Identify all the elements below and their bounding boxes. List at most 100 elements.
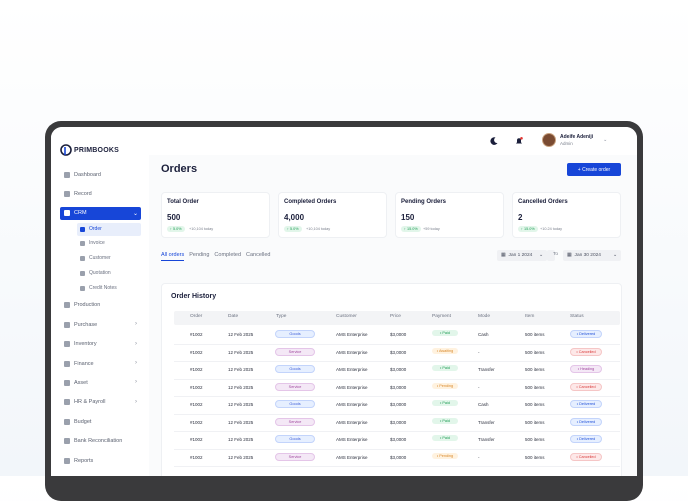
column-header-type: Type bbox=[276, 314, 287, 319]
order-price: $3,0000 bbox=[390, 349, 407, 355]
order-date: 12 Feb 2025 bbox=[228, 384, 254, 390]
payment-badge: • Awaiting bbox=[432, 347, 458, 354]
sidebar-subitem-quotation[interactable]: Quotation bbox=[51, 266, 149, 281]
customer-name: AMS Enterprise bbox=[336, 437, 368, 442]
factory-icon bbox=[64, 302, 70, 309]
sidebar-subitem-customer[interactable]: Customer bbox=[51, 251, 149, 266]
sidebar-item-label: HR & Payroll bbox=[74, 399, 106, 406]
date-to-picker[interactable]: ▦ Jan 30 2024 ⌄ bbox=[563, 250, 621, 261]
date-from-picker[interactable]: ▦ Jan 1 2024 ⌄ bbox=[497, 250, 547, 261]
type-badge: Goods bbox=[275, 400, 315, 408]
sidebar-item-reports[interactable]: Reports bbox=[51, 451, 149, 470]
crm-icon bbox=[64, 210, 70, 217]
status-badge: • Delivered bbox=[570, 417, 602, 426]
date-to-value: Jan 30 2024 bbox=[574, 253, 601, 258]
column-header-item: Item bbox=[525, 314, 535, 319]
table-row[interactable]: #1002 12 Feb 2025 Goods AMS Enterprise $3,00… bbox=[174, 326, 620, 345]
chevron-down-icon: ⌄ bbox=[132, 210, 138, 217]
sidebar-item-budget[interactable]: Budget bbox=[51, 412, 149, 431]
sidebar-item-label: Purchase bbox=[74, 321, 98, 328]
tab-pending[interactable]: Pending bbox=[189, 252, 209, 261]
user-role: Admin bbox=[560, 140, 573, 146]
asset-icon bbox=[64, 380, 70, 387]
status-badge: • Delivered bbox=[570, 400, 602, 408]
stat-card-value: 150 bbox=[401, 213, 415, 222]
payment-badge: • Paid bbox=[432, 365, 458, 371]
type-badge: Goods bbox=[275, 435, 315, 443]
table-row[interactable]: #1002 12 Feb 2025 Service AMS Enterprise $3,… bbox=[174, 449, 620, 467]
status-badge: • Cancelled bbox=[570, 347, 602, 356]
sidebar-item-label: Reports bbox=[74, 457, 94, 464]
sidebar-item-hr-payroll[interactable]: HR & Payroll › bbox=[51, 393, 149, 412]
sidebar-subitem-credit-notes[interactable]: Credit Notes bbox=[51, 281, 149, 296]
sidebar-item-record[interactable]: Record bbox=[51, 184, 149, 203]
stat-card-value: 2 bbox=[518, 213, 523, 222]
status-badge: • Cancelled bbox=[570, 452, 602, 461]
customer-name: AMS Enterprise bbox=[336, 419, 368, 425]
table-row[interactable]: #1002 12 Feb 2025 Service AMS Enterprise $3,… bbox=[174, 414, 620, 432]
sidebar-item-finance[interactable]: Finance › bbox=[51, 354, 149, 373]
customer-name: AMS Enterprise bbox=[336, 384, 368, 390]
page-title: Orders bbox=[161, 163, 198, 175]
chevron-down-icon: ⌄ bbox=[538, 253, 543, 258]
report-icon bbox=[64, 457, 70, 464]
brand-mark-icon bbox=[60, 144, 72, 156]
dark-mode-icon[interactable] bbox=[489, 136, 499, 146]
sidebar-item-dashboard[interactable]: Dashboard bbox=[51, 165, 149, 184]
order-date: 12 Feb 2025 bbox=[228, 419, 254, 425]
payment-mode: Transfer bbox=[478, 419, 495, 425]
wallet-icon bbox=[64, 360, 70, 367]
stat-card: Pending Orders 150 ↑ 15.0% +59 today bbox=[395, 192, 504, 238]
trend-badge: ↑ 15.0% bbox=[401, 226, 421, 232]
payment-badge: • Pending bbox=[432, 382, 458, 389]
sidebar-subitem-invoice[interactable]: Invoice bbox=[51, 236, 149, 251]
sidebar-item-asset[interactable]: Asset › bbox=[51, 373, 149, 392]
sidebar-item-label: Asset bbox=[74, 380, 88, 387]
user-menu[interactable]: Adeife Adeniji Admin ⌄ bbox=[542, 133, 607, 147]
box-icon bbox=[64, 341, 70, 348]
stat-card: Total Order 500 ↑ 5.0% +10,104 today bbox=[161, 192, 270, 238]
sidebar-item-label: Production bbox=[74, 302, 101, 309]
item-count: 500 items bbox=[525, 367, 545, 372]
tab-completed[interactable]: Completed bbox=[214, 252, 241, 261]
sidebar-item-production[interactable]: Production bbox=[51, 296, 149, 315]
customer-name: AMS Enterprise bbox=[336, 402, 368, 407]
table-row[interactable]: #1002 12 Feb 2025 Goods AMS Enterprise $3,00… bbox=[174, 361, 620, 380]
sidebar-item-bank-reconciliation[interactable]: Bank Reconciliation bbox=[51, 432, 149, 451]
notification-bell-icon[interactable] bbox=[514, 136, 524, 146]
type-badge: Service bbox=[275, 417, 315, 426]
tab-cancelled[interactable]: Cancelled bbox=[246, 252, 270, 261]
payment-mode: - bbox=[478, 384, 480, 390]
column-header-mode: Mode bbox=[478, 314, 490, 319]
sidebar-subitem-order[interactable]: Order bbox=[77, 222, 141, 236]
create-order-button[interactable]: + Create order bbox=[567, 163, 621, 176]
sidebar-nav: Dashboard Record CRM ⌄ Order Invoice Customer Q… bbox=[51, 165, 149, 470]
brand-name: PRIMBOOKS bbox=[74, 146, 119, 154]
doc-icon bbox=[80, 255, 85, 261]
table-row[interactable]: #1002 12 Feb 2025 Goods AMS Enterprise $3,00… bbox=[174, 396, 620, 415]
tab-all-orders[interactable]: All orders bbox=[161, 252, 185, 261]
order-date: 12 Feb 2025 bbox=[228, 437, 254, 442]
sidebar: PRIMBOOKS Dashboard Record CRM ⌄ Order Invoic… bbox=[51, 127, 150, 476]
sidebar-item-purchase[interactable]: Purchase › bbox=[51, 315, 149, 334]
sidebar-item-inventory[interactable]: Inventory › bbox=[51, 335, 149, 354]
sidebar-item-crm[interactable]: CRM ⌄ bbox=[60, 206, 141, 220]
type-badge: Service bbox=[275, 347, 315, 356]
status-badge: • Delivered bbox=[570, 330, 602, 338]
chevron-right-icon: › bbox=[135, 340, 137, 347]
order-price: $3,0000 bbox=[390, 454, 407, 460]
payment-mode: Transfer bbox=[478, 437, 495, 442]
customer-name: AMS Enterprise bbox=[336, 332, 368, 337]
calendar-icon: ▦ bbox=[501, 253, 506, 258]
users-icon bbox=[64, 191, 70, 198]
column-header-price: Price bbox=[390, 314, 401, 319]
item-count: 500 items bbox=[525, 332, 545, 337]
table-row[interactable]: #1002 12 Feb 2025 Goods AMS Enterprise $3,00… bbox=[174, 431, 620, 450]
table-row[interactable]: #1002 12 Feb 2025 Service AMS Enterprise $3,… bbox=[174, 379, 620, 397]
table-row[interactable]: #1002 12 Feb 2025 Service AMS Enterprise $3,… bbox=[174, 344, 620, 362]
sidebar-subitem-label: Quotation bbox=[89, 270, 111, 277]
sidebar-item-label: Finance bbox=[74, 360, 94, 367]
sidebar-item-label: Dashboard bbox=[74, 171, 101, 178]
brand-logo[interactable]: PRIMBOOKS bbox=[60, 144, 119, 156]
order-id: #1002 bbox=[190, 402, 203, 407]
